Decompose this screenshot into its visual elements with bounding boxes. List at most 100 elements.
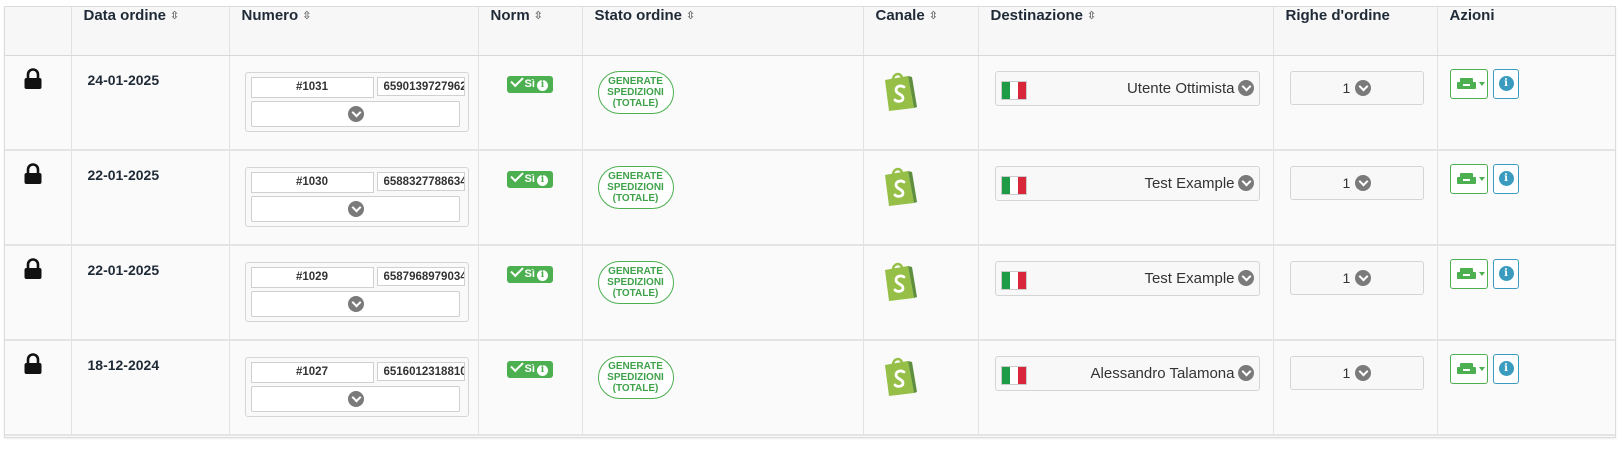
info-button[interactable]: i bbox=[1492, 259, 1519, 289]
destination-select[interactable]: Test Example bbox=[994, 166, 1260, 201]
chevron-down-icon bbox=[347, 296, 364, 312]
table-row: 22-01-2025 #1030 6588327788634 Sì i GENER… bbox=[5, 150, 1615, 246]
table-row: 18-12-2024 #1027 6516012318810 Sì i GENER… bbox=[5, 340, 1615, 436]
sort-icon: ⇳ bbox=[686, 10, 696, 22]
sort-icon: ⇳ bbox=[170, 10, 180, 22]
destination-select[interactable]: Utente Ottimista bbox=[994, 70, 1260, 106]
order-code-field[interactable]: 6588327788634 bbox=[376, 172, 465, 191]
table-row: 24-01-2025 #1031 6590139727962 Sì i GENER… bbox=[5, 55, 1615, 151]
destination-select[interactable]: Alessandro Talamona bbox=[994, 356, 1260, 391]
header-norm[interactable]: Norm ⇳ bbox=[478, 7, 583, 56]
order-status-badge: GENERATE SPEDIZIONI (TOTALE) bbox=[597, 70, 674, 114]
order-number-group: #1030 6588327788634 bbox=[244, 167, 469, 227]
order-date: 18-12-2024 bbox=[87, 357, 160, 373]
header-date[interactable]: Data ordine ⇳ bbox=[71, 7, 230, 56]
chevron-down-icon bbox=[1354, 79, 1371, 96]
order-rows-count: 1 bbox=[1342, 270, 1351, 286]
order-code-field[interactable]: 6590139727962 bbox=[376, 76, 465, 96]
chevron-down-icon bbox=[347, 105, 364, 122]
order-status-badge: GENERATE SPEDIZIONI (TOTALE) bbox=[597, 356, 674, 399]
order-date: 24-01-2025 bbox=[87, 71, 160, 88]
order-rows-count: 1 bbox=[1342, 365, 1351, 381]
italy-flag-icon bbox=[1000, 271, 1027, 290]
chevron-down-icon bbox=[1354, 365, 1371, 381]
chevron-down-icon bbox=[1354, 175, 1371, 191]
orders-table: Data ordine ⇳ Numero ⇳ Norm ⇳ Stato ordine ⇳… bbox=[5, 7, 1615, 436]
expand-order-button[interactable] bbox=[250, 291, 460, 317]
info-icon: i bbox=[536, 365, 548, 376]
orders-table-container: Data ordine ⇳ Numero ⇳ Norm ⇳ Stato ordine ⇳… bbox=[4, 6, 1616, 438]
norm-badge[interactable]: Sì i bbox=[506, 263, 553, 283]
norm-badge[interactable]: Sì i bbox=[506, 73, 553, 93]
order-code-field[interactable]: 6587968979034 bbox=[376, 267, 465, 286]
truck-icon bbox=[1456, 268, 1485, 279]
expand-order-button[interactable] bbox=[250, 100, 460, 127]
truck-icon bbox=[1456, 173, 1485, 184]
italy-flag-icon bbox=[1000, 80, 1027, 100]
table-row: 22-01-2025 #1029 6587968979034 Sì i GENER… bbox=[5, 245, 1615, 341]
info-icon: i bbox=[1498, 361, 1514, 376]
lock-icon bbox=[24, 67, 42, 89]
info-icon: i bbox=[536, 270, 548, 281]
order-number-field[interactable]: #1030 bbox=[250, 172, 374, 193]
info-button[interactable]: i bbox=[1492, 354, 1519, 384]
shopify-icon bbox=[884, 357, 917, 396]
order-number-field[interactable]: #1027 bbox=[250, 362, 374, 383]
header-actions: Azioni bbox=[1437, 7, 1615, 56]
order-number-field[interactable]: #1029 bbox=[250, 267, 374, 288]
sort-icon: ⇳ bbox=[533, 10, 543, 22]
header-destination[interactable]: Destinazione ⇳ bbox=[978, 7, 1274, 56]
check-icon bbox=[509, 263, 524, 278]
shipping-actions-dropdown[interactable] bbox=[1449, 68, 1488, 99]
caret-down-icon bbox=[1478, 272, 1485, 276]
shipping-actions-dropdown[interactable] bbox=[1449, 164, 1488, 194]
table-body: 24-01-2025 #1031 6590139727962 Sì i GENER… bbox=[5, 55, 1615, 436]
italy-flag-icon bbox=[1000, 366, 1027, 385]
header-channel[interactable]: Canale ⇳ bbox=[863, 7, 979, 56]
check-icon bbox=[509, 73, 524, 87]
chevron-down-icon bbox=[1237, 365, 1254, 381]
order-status-badge: GENERATE SPEDIZIONI (TOTALE) bbox=[597, 261, 674, 304]
truck-icon bbox=[1456, 77, 1485, 89]
order-rows-select[interactable]: 1 bbox=[1289, 70, 1424, 105]
order-rows-select[interactable]: 1 bbox=[1289, 261, 1424, 295]
chevron-down-icon bbox=[1354, 270, 1371, 286]
info-button[interactable]: i bbox=[1492, 68, 1519, 99]
order-date: 22-01-2025 bbox=[87, 262, 160, 278]
header-order-rows: Righe d'ordine bbox=[1273, 7, 1438, 56]
expand-order-button[interactable] bbox=[250, 386, 460, 412]
order-rows-select[interactable]: 1 bbox=[1289, 166, 1424, 200]
info-icon: i bbox=[1498, 75, 1514, 91]
sort-icon: ⇳ bbox=[1087, 10, 1097, 22]
info-button[interactable]: i bbox=[1492, 164, 1519, 194]
order-number-group: #1027 6516012318810 bbox=[244, 357, 469, 417]
expand-order-button[interactable] bbox=[250, 196, 460, 222]
header-number[interactable]: Numero ⇳ bbox=[229, 7, 479, 56]
order-status-badge: GENERATE SPEDIZIONI (TOTALE) bbox=[597, 166, 674, 209]
caret-down-icon bbox=[1478, 177, 1485, 181]
order-number-group: #1029 6587968979034 bbox=[244, 262, 469, 322]
header-status[interactable]: Stato ordine ⇳ bbox=[582, 7, 864, 56]
destination-select[interactable]: Test Example bbox=[994, 261, 1260, 296]
lock-icon bbox=[24, 163, 42, 184]
norm-badge[interactable]: Sì i bbox=[506, 168, 553, 188]
check-icon bbox=[509, 168, 524, 183]
order-date: 22-01-2025 bbox=[87, 167, 160, 183]
chevron-down-icon bbox=[1237, 175, 1254, 191]
order-rows-select[interactable]: 1 bbox=[1289, 356, 1424, 390]
shipping-actions-dropdown[interactable] bbox=[1449, 259, 1488, 289]
caret-down-icon bbox=[1478, 81, 1485, 86]
shipping-actions-dropdown[interactable] bbox=[1449, 354, 1488, 384]
norm-badge[interactable]: Sì i bbox=[506, 358, 553, 378]
italy-flag-icon bbox=[1000, 176, 1027, 195]
info-icon: i bbox=[1498, 266, 1514, 281]
info-icon: i bbox=[536, 79, 548, 91]
destination-name: Alessandro Talamona bbox=[1090, 365, 1235, 382]
chevron-down-icon bbox=[347, 201, 364, 217]
sort-icon: ⇳ bbox=[302, 10, 312, 22]
chevron-down-icon bbox=[1237, 79, 1254, 96]
lock-icon bbox=[24, 353, 42, 374]
table-header-row: Data ordine ⇳ Numero ⇳ Norm ⇳ Stato ordine ⇳… bbox=[5, 7, 1615, 56]
order-code-field[interactable]: 6516012318810 bbox=[376, 362, 465, 381]
order-number-field[interactable]: #1031 bbox=[250, 76, 374, 98]
